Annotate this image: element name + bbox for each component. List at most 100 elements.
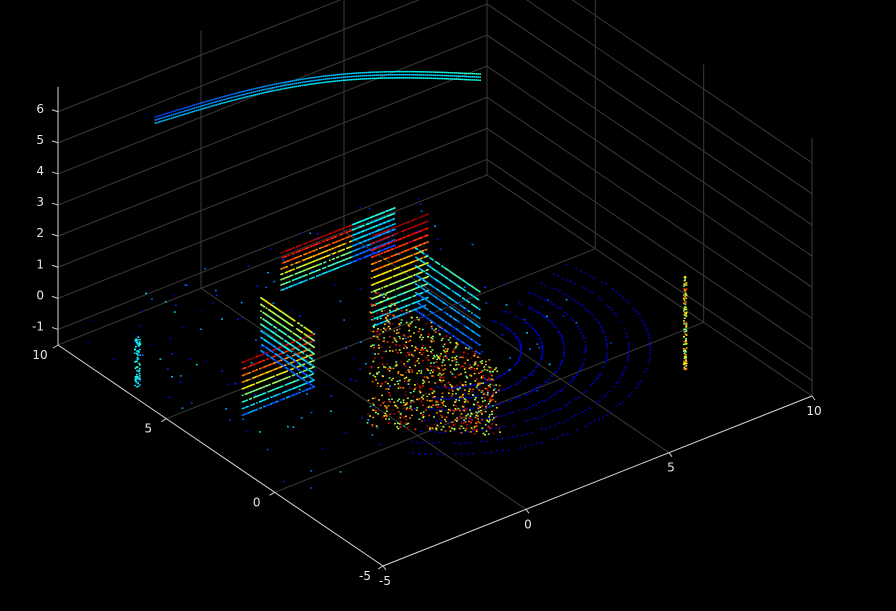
lidar-point <box>563 351 565 354</box>
lidar-point <box>326 81 329 83</box>
x-tick-label: 0 <box>524 517 532 531</box>
y-axis <box>57 344 384 567</box>
lidar-point <box>408 351 411 353</box>
lidar-point <box>174 113 176 115</box>
lidar-point <box>305 81 307 83</box>
lidar-point <box>464 393 466 395</box>
lidar-point <box>428 77 431 79</box>
lidar-point <box>395 344 397 346</box>
lidar-point <box>352 75 354 78</box>
floor-grid-y <box>274 321 704 493</box>
lidar-point <box>685 312 688 315</box>
lidar-point <box>442 386 444 388</box>
lidar-point <box>330 77 333 80</box>
lidar-point <box>205 107 208 109</box>
lidar-point <box>413 388 416 390</box>
lidar-point <box>481 375 484 378</box>
lidar-point <box>139 338 141 341</box>
lidar-point <box>477 405 480 407</box>
lidar-point <box>487 394 489 397</box>
lidar-point <box>448 389 450 391</box>
lidar-point <box>227 94 229 97</box>
lidar-point <box>398 328 401 330</box>
lidar-point <box>295 82 298 85</box>
lidar-point <box>160 120 163 123</box>
lidar-point <box>156 115 159 118</box>
lidar-point <box>484 452 487 454</box>
lidar-point <box>454 347 457 349</box>
lidar-point <box>160 117 163 119</box>
lidar-point <box>464 411 467 413</box>
lidar-point <box>622 372 625 375</box>
lidar-point <box>421 420 423 422</box>
lidar-point <box>197 106 200 108</box>
lidar-point <box>379 77 382 79</box>
lidar-point <box>303 333 306 335</box>
lidar-point <box>443 311 446 313</box>
lidar-point <box>683 357 686 359</box>
lidar-point <box>540 342 543 345</box>
lidar-point <box>685 330 688 332</box>
lidar-point <box>541 349 544 352</box>
lidar-point <box>385 316 387 319</box>
lidar-point <box>426 425 429 427</box>
lidar-point <box>430 453 433 455</box>
lidar-point <box>211 99 214 101</box>
lidar-point <box>552 303 554 305</box>
lidar-point <box>606 355 608 357</box>
lidar-point <box>359 72 362 74</box>
lidar-point <box>408 304 411 306</box>
lidar-point <box>495 404 497 406</box>
lidar-point <box>556 409 558 411</box>
lidar-point <box>273 375 275 377</box>
lidar-point <box>221 99 223 101</box>
lidar-point <box>176 109 178 111</box>
lidar-point <box>449 78 452 80</box>
lidar-point <box>426 234 429 236</box>
lidar-point <box>412 77 415 79</box>
lidar-point <box>433 329 435 331</box>
lidar-point <box>566 313 569 316</box>
lidar-point <box>467 353 469 355</box>
lidar-point <box>488 386 491 388</box>
lidar-point <box>232 96 235 98</box>
lidar-point <box>383 310 386 312</box>
lidar-point <box>683 323 686 325</box>
lidar-point <box>350 378 352 381</box>
lidar-point <box>391 341 394 344</box>
lidar-point <box>135 377 138 379</box>
lidar-point <box>439 326 441 328</box>
lidar-point <box>596 320 599 323</box>
lidar-point <box>391 74 393 76</box>
lidar-point <box>540 428 543 430</box>
lidar-point <box>262 89 264 91</box>
lidar-point <box>395 340 398 343</box>
lidar-point <box>593 380 596 382</box>
lidar-point <box>491 423 493 425</box>
lidar-point <box>219 100 221 102</box>
lidar-point <box>479 76 481 78</box>
lidar-point <box>498 403 501 405</box>
lidar-point <box>518 359 520 361</box>
lidar-point <box>389 328 391 330</box>
lidar-point <box>139 383 141 386</box>
lidar-point <box>191 107 194 110</box>
lidar-point <box>487 433 490 435</box>
lidar-point <box>392 302 395 305</box>
lidar-point <box>370 345 372 348</box>
lidar-point <box>464 384 467 386</box>
lidar-point <box>649 352 652 355</box>
lidar-point <box>390 276 393 279</box>
lidar-point <box>172 110 174 113</box>
lidar-point <box>507 400 510 403</box>
lidar-point <box>498 375 501 377</box>
lidar-point <box>421 347 424 349</box>
lidar-point <box>452 329 454 331</box>
lidar-point <box>205 103 208 106</box>
lidar-point <box>430 74 433 76</box>
lidar-point <box>154 119 157 121</box>
lidar-point <box>648 359 651 361</box>
lidar-point <box>381 287 383 289</box>
point-cloud-plot[interactable]: -50510-50510-10123456 <box>0 0 896 611</box>
lidar-point <box>438 371 440 373</box>
